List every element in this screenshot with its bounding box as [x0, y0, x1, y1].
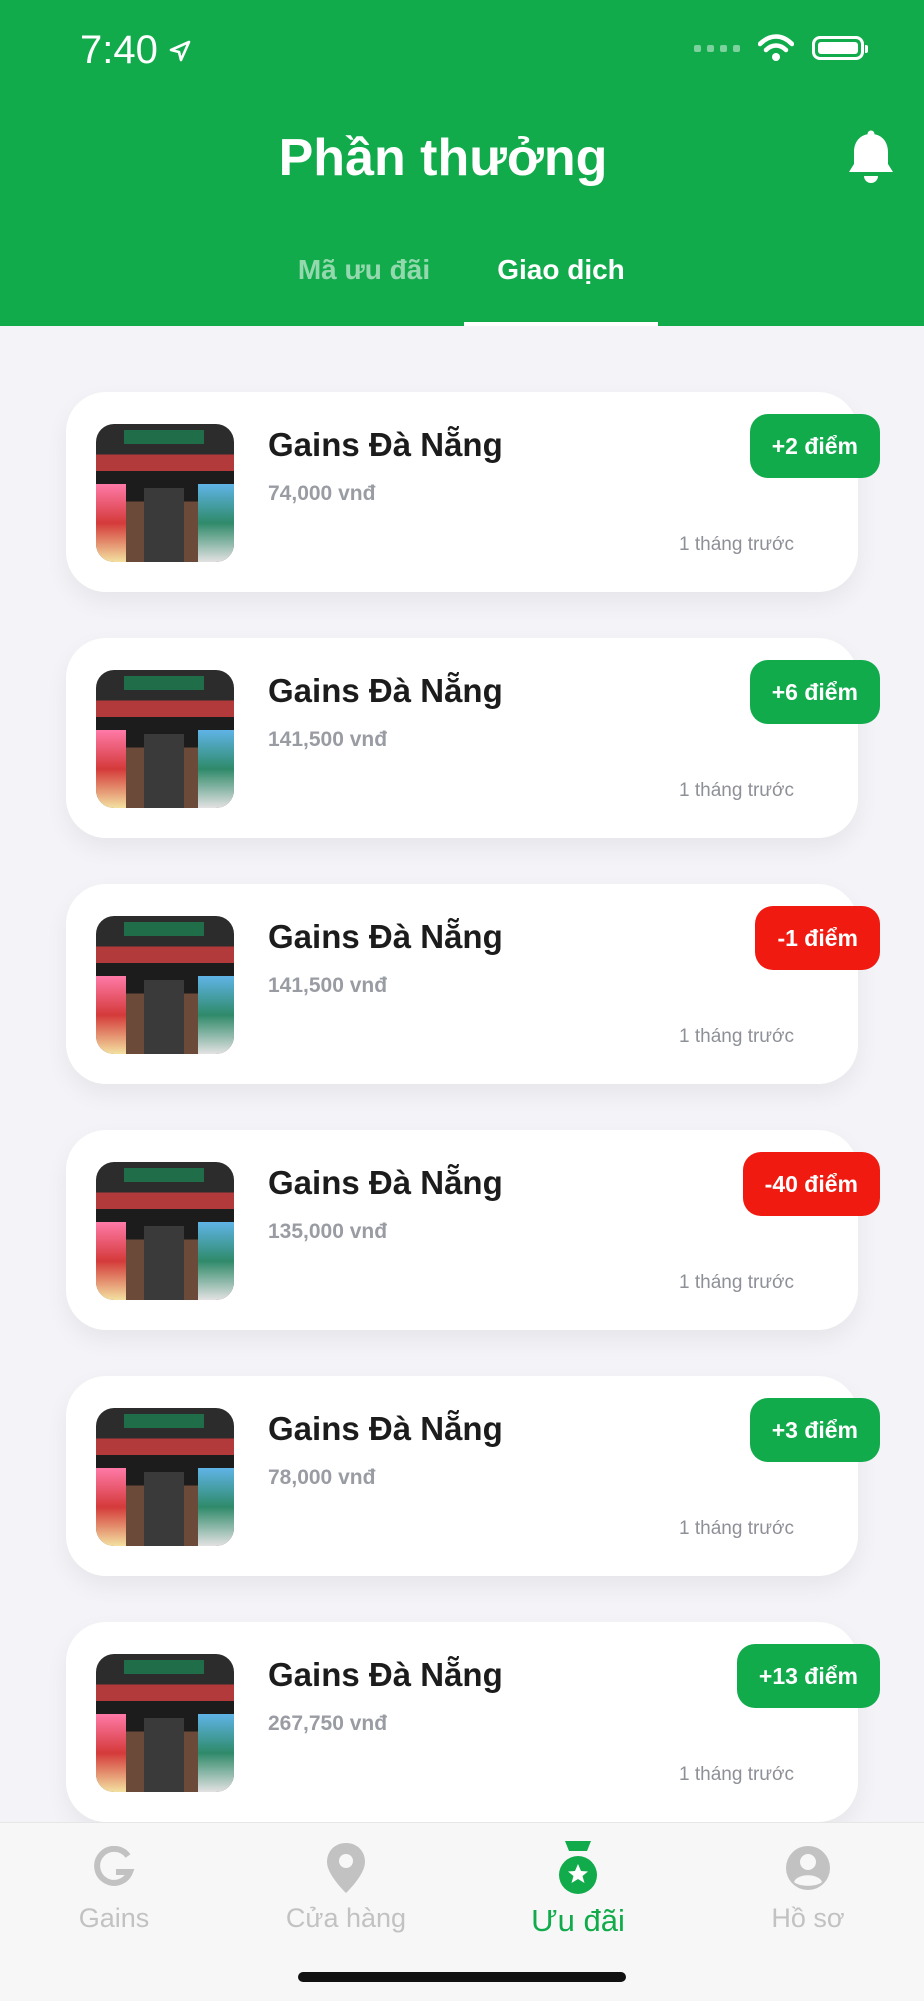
points-badge: +6 điểm	[749, 660, 880, 724]
tab-transactions[interactable]: Giao dịch	[464, 254, 658, 326]
transaction-card[interactable]: Gains Đà Nẵng 141,500 vnđ 1 tháng trước …	[66, 884, 880, 1084]
nav-label-offers: Ưu đãi	[531, 1903, 625, 1938]
bell-icon[interactable]	[846, 130, 896, 186]
transaction-time: 1 tháng trước	[679, 1272, 794, 1293]
active-tab-indicator	[464, 322, 658, 326]
points-badge: +3 điểm	[749, 1398, 880, 1462]
transaction-card[interactable]: Gains Đà Nẵng 135,000 vnđ 1 tháng trước …	[66, 1130, 880, 1330]
transaction-card[interactable]: Gains Đà Nẵng 267,750 vnđ 1 tháng trước …	[66, 1622, 880, 1822]
user-circle-icon	[786, 1846, 830, 1890]
nav-item-gains[interactable]: Gains	[14, 1841, 214, 1934]
transaction-amount: 141,500 vnđ	[268, 728, 388, 751]
location-arrow-icon	[169, 40, 191, 61]
status-time-text: 7:40	[80, 28, 158, 72]
shop-name: Gains Đà Nẵng	[268, 672, 503, 709]
transaction-time: 1 tháng trước	[679, 1518, 794, 1539]
nav-item-offers[interactable]: Ưu đãi	[478, 1841, 678, 1939]
transaction-amount: 78,000 vnđ	[268, 1466, 376, 1489]
tab-bar: Mã ưu đãi Giao dịch	[0, 254, 924, 326]
transaction-time: 1 tháng trước	[679, 1764, 794, 1785]
shop-name: Gains Đà Nẵng	[268, 918, 503, 955]
shop-name: Gains Đà Nẵng	[268, 1656, 503, 1693]
transaction-amount: 267,750 vnđ	[268, 1712, 388, 1735]
points-badge: -1 điểm	[755, 906, 880, 970]
store-thumbnail	[96, 916, 234, 1054]
status-time: 7:40	[80, 28, 192, 73]
transaction-card[interactable]: Gains Đà Nẵng 78,000 vnđ 1 tháng trước +…	[66, 1376, 880, 1576]
transaction-card[interactable]: Gains Đà Nẵng 74,000 vnđ 1 tháng trước +…	[66, 392, 880, 592]
status-icons	[694, 34, 868, 62]
transaction-amount: 141,500 vnđ	[268, 974, 388, 997]
store-thumbnail	[96, 1654, 234, 1792]
shop-name: Gains Đà Nẵng	[268, 1164, 503, 1201]
store-thumbnail	[96, 1162, 234, 1300]
battery-icon	[812, 36, 868, 60]
shop-name: Gains Đà Nẵng	[268, 426, 503, 463]
store-thumbnail	[96, 424, 234, 562]
nav-label-gains: Gains	[78, 1903, 150, 1933]
nav-item-stores[interactable]: Cửa hàng	[246, 1841, 446, 1934]
transaction-time: 1 tháng trước	[679, 780, 794, 801]
medal-star-icon	[559, 1841, 597, 1894]
tab-vouchers[interactable]: Mã ưu đãi	[282, 254, 446, 326]
header-bar: 7:40 Phần thưởng Mã ưu đãi Giao dịch	[0, 0, 924, 326]
points-badge: +13 điểm	[736, 1644, 880, 1708]
transaction-amount: 135,000 vnđ	[268, 1220, 388, 1243]
points-badge: -40 điểm	[742, 1152, 880, 1216]
wifi-icon	[758, 34, 794, 61]
nav-item-profile[interactable]: Hồ sơ	[708, 1841, 908, 1934]
transaction-amount: 74,000 vnđ	[268, 482, 376, 505]
nav-label-profile: Hồ sơ	[771, 1903, 845, 1933]
cellular-signal-icon	[694, 44, 740, 52]
store-thumbnail	[96, 670, 234, 808]
nav-label-stores: Cửa hàng	[285, 1903, 407, 1933]
transaction-time: 1 tháng trước	[679, 1026, 794, 1047]
transaction-time: 1 tháng trước	[679, 534, 794, 555]
shop-name: Gains Đà Nẵng	[268, 1410, 503, 1447]
map-pin-icon	[327, 1843, 365, 1893]
home-indicator	[298, 1972, 626, 1982]
store-thumbnail	[96, 1408, 234, 1546]
page-title: Phần thưởng	[278, 129, 608, 187]
gains-logo-icon	[94, 1846, 135, 1886]
transaction-card[interactable]: Gains Đà Nẵng 141,500 vnđ 1 tháng trước …	[66, 638, 880, 838]
points-badge: +2 điểm	[749, 414, 880, 478]
